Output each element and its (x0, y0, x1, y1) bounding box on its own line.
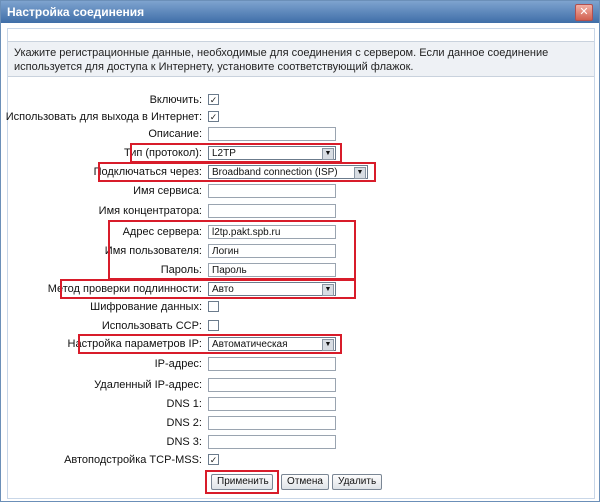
highlight-auth-method (60, 279, 356, 299)
concentrator-input[interactable] (208, 204, 336, 218)
encryption-label: Шифрование данных: (90, 301, 202, 313)
remote-ip-input[interactable] (208, 378, 336, 392)
ip-address-label: IP-адрес: (154, 358, 202, 370)
dns2-label: DNS 2: (166, 417, 202, 429)
remote-ip-label: Удаленный IP-адрес: (94, 379, 202, 391)
highlight-apply (205, 470, 279, 494)
tcp-mss-checkbox[interactable]: ✓ (208, 454, 219, 465)
ip-address-input[interactable] (208, 357, 336, 371)
highlight-credentials (108, 220, 356, 280)
highlight-ip-config (78, 334, 342, 354)
close-icon[interactable]: ✕ (575, 4, 593, 21)
encryption-checkbox[interactable] (208, 301, 219, 312)
window-titlebar: Настройка соединения ✕ (1, 1, 599, 23)
enable-checkbox[interactable]: ✓ (208, 94, 219, 105)
concentrator-label: Имя концентратора: (98, 205, 202, 217)
connection-settings-window: Настройка соединения ✕ Укажите регистрац… (0, 0, 600, 502)
ccp-checkbox[interactable] (208, 320, 219, 331)
ccp-label: Использовать CCP: (101, 320, 202, 332)
window-title: Настройка соединения (7, 5, 145, 19)
enable-label: Включить: (149, 94, 202, 106)
cancel-button[interactable]: Отмена (281, 474, 329, 490)
dns3-label: DNS 3: (166, 436, 202, 448)
tcp-mss-label: Автоподстройка TCP-MSS: (64, 454, 202, 466)
highlight-protocol (130, 143, 342, 163)
dns1-label: DNS 1: (166, 398, 202, 410)
service-name-input[interactable] (208, 184, 336, 198)
delete-button[interactable]: Удалить (332, 474, 382, 490)
dns3-input[interactable] (208, 435, 336, 449)
info-notice: Укажите регистрационные данные, необходи… (8, 41, 594, 77)
settings-form: Укажите регистрационные данные, необходи… (5, 28, 595, 499)
description-label: Описание: (148, 128, 202, 140)
dns1-input[interactable] (208, 397, 336, 411)
dns2-input[interactable] (208, 416, 336, 430)
internet-checkbox[interactable]: ✓ (208, 111, 219, 122)
highlight-connect-via (98, 162, 376, 182)
internet-label: Использовать для выхода в Интернет: (5, 111, 202, 123)
service-name-label: Имя сервиса: (133, 185, 202, 197)
description-input[interactable] (208, 127, 336, 141)
